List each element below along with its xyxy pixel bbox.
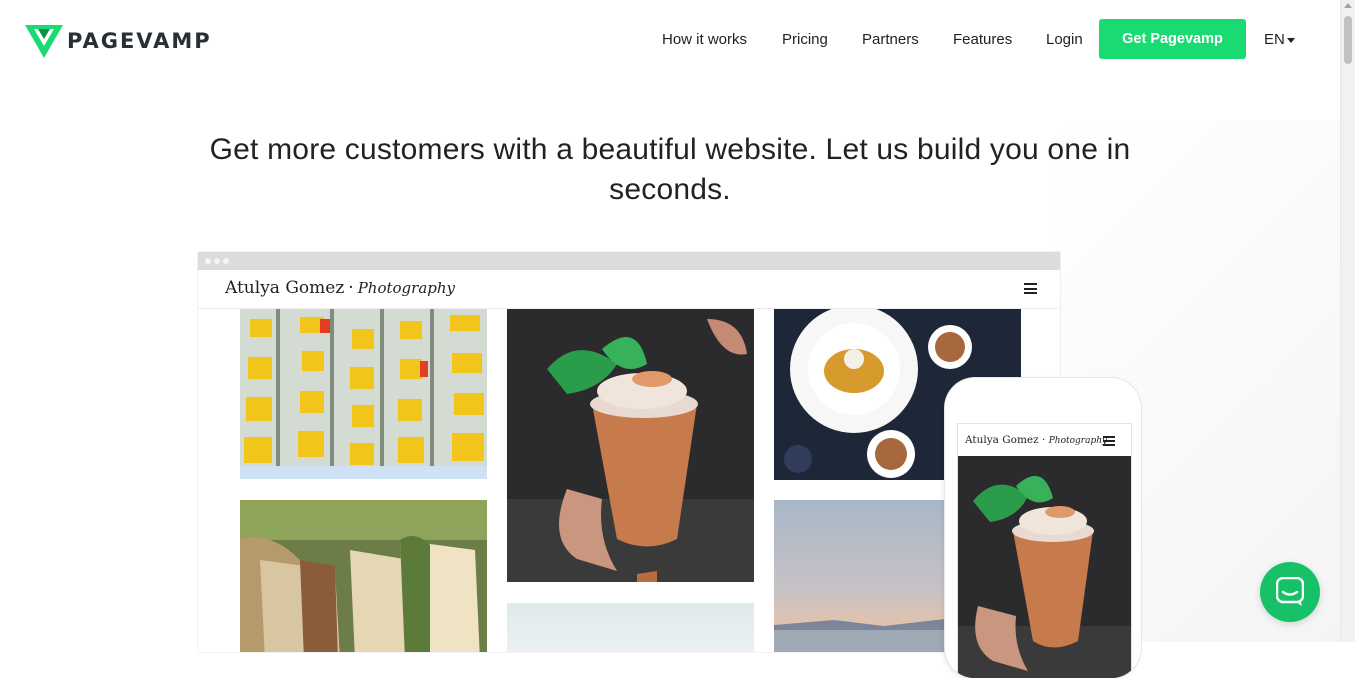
cocktail-photo: [507, 309, 754, 582]
nav-login[interactable]: Login: [1046, 20, 1083, 60]
mockup-site-title: Atulya Gomez · Photography: [225, 278, 455, 298]
phone-cocktail-photo: [958, 456, 1131, 678]
caret-down-icon: [1286, 37, 1295, 43]
nav-partners[interactable]: Partners: [862, 20, 919, 60]
chat-launcher-button[interactable]: [1260, 562, 1320, 622]
nav-how-it-works[interactable]: How it works: [662, 20, 747, 60]
phone-hamburger-icon: [1103, 436, 1115, 448]
language-label: EN: [1264, 31, 1285, 48]
nav-features[interactable]: Features: [953, 20, 1012, 60]
window-dot: [205, 258, 211, 264]
phone-mockup: Atulya Gomez · Photography: [945, 378, 1141, 678]
phone-separator: ·: [1042, 434, 1046, 446]
window-dot: [223, 258, 229, 264]
chat-icon: [1276, 577, 1304, 606]
mockup-site-tagline: Photography: [357, 279, 455, 297]
mockup-site-header: Atulya Gomez · Photography: [198, 270, 1060, 309]
scroll-up-arrow-icon[interactable]: [1344, 3, 1352, 8]
mockup-separator: ·: [348, 278, 354, 298]
phone-site-title: Atulya Gomez · Photography: [965, 434, 1107, 446]
page-scrollbar[interactable]: [1340, 0, 1355, 642]
phone-screen: Atulya Gomez · Photography: [958, 424, 1131, 678]
language-selector[interactable]: EN: [1264, 20, 1295, 60]
phone-site-name: Atulya Gomez: [965, 434, 1039, 446]
nav-pricing[interactable]: Pricing: [782, 20, 828, 60]
mockup-site-name: Atulya Gomez: [225, 278, 345, 298]
desktop-mockup: Atulya Gomez · Photography: [198, 252, 1060, 652]
pale-photo: [507, 603, 754, 652]
browser-bar: [198, 252, 1060, 270]
phone-site-tagline: Photography: [1048, 436, 1108, 446]
hero-headline: Get more customers with a beautiful webs…: [209, 133, 1131, 206]
books-photo: [240, 500, 487, 652]
get-pagevamp-button[interactable]: Get Pagevamp: [1099, 19, 1246, 59]
hamburger-icon: [1024, 283, 1037, 294]
building-photo: [240, 309, 487, 479]
window-dot: [214, 258, 220, 264]
pagevamp-logo[interactable]: PAGEVAMP: [25, 24, 212, 58]
scrollbar-thumb[interactable]: [1344, 16, 1352, 64]
pagevamp-logo-icon: [25, 24, 63, 58]
logo-text: PAGEVAMP: [67, 29, 212, 53]
